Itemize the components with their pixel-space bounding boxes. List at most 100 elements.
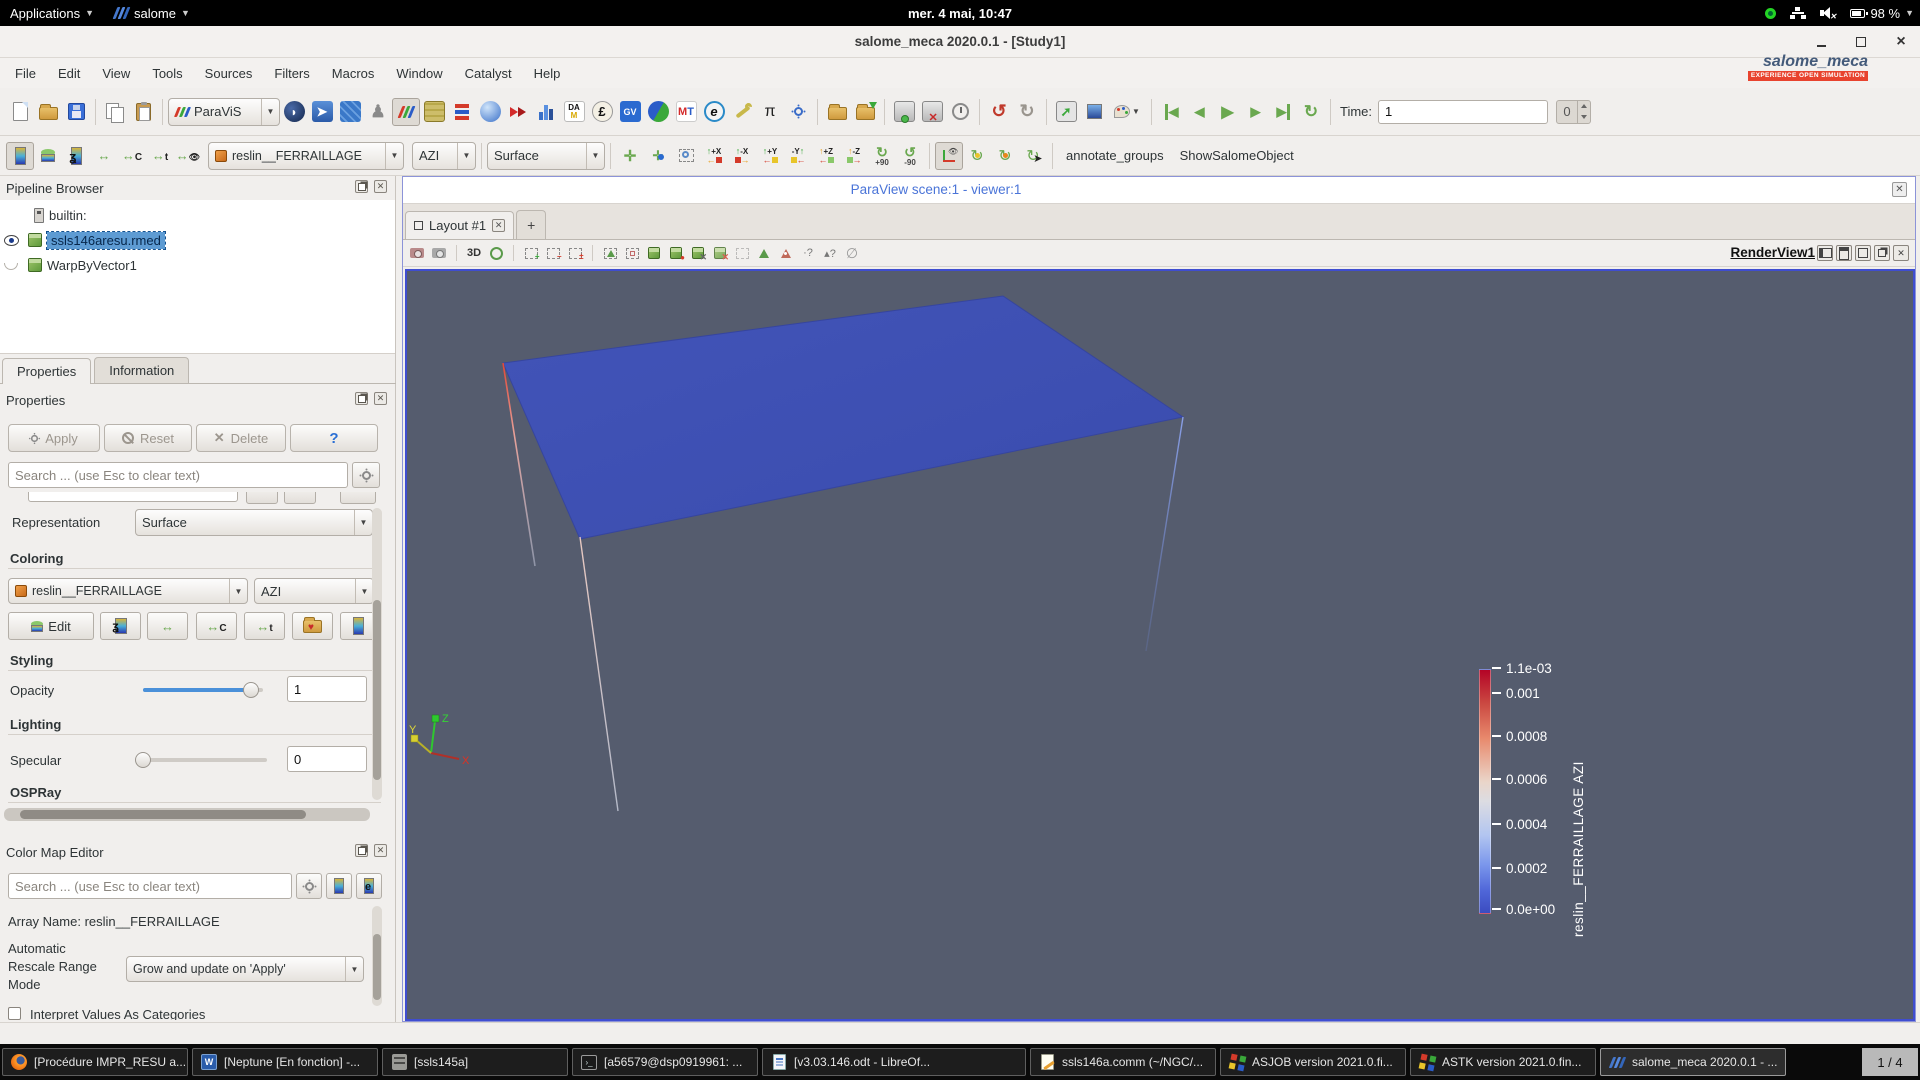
- edit-color-map-button[interactable]: ʓ: [62, 142, 90, 170]
- rotate-minus-90-button[interactable]: ↺ -90: [896, 142, 924, 170]
- maximize-button[interactable]: [1854, 35, 1868, 49]
- opacity-input[interactable]: [287, 676, 367, 702]
- shrink-selection-button[interactable]: [776, 244, 796, 262]
- module-eficas-button[interactable]: £: [588, 98, 616, 126]
- module-selector-combo[interactable]: ParaViS ▼: [168, 97, 280, 126]
- float-panel-icon[interactable]: [355, 392, 368, 405]
- undo-button[interactable]: ↺: [985, 98, 1013, 126]
- taskbar-item-archive[interactable]: [ssls145a]: [382, 1048, 568, 1076]
- rescale-mode-combo[interactable]: Grow and update on 'Apply' ▼: [126, 956, 364, 982]
- last-frame-button[interactable]: ▶: [1269, 98, 1297, 126]
- module-europlexus-button[interactable]: e: [700, 98, 728, 126]
- properties-horizontal-scrollbar[interactable]: [4, 808, 370, 821]
- float-view-icon[interactable]: [1874, 245, 1890, 261]
- color-palette-button[interactable]: ▼: [1108, 98, 1146, 126]
- close-view-icon[interactable]: ✕: [1893, 245, 1909, 261]
- rescale-to-data-range-button[interactable]: ↔: [147, 612, 188, 640]
- taskbar-item-asjob[interactable]: ASJOB version 2021.0.fi...: [1220, 1048, 1406, 1076]
- set-solid-color-button[interactable]: [34, 142, 62, 170]
- copy-button[interactable]: [101, 98, 129, 126]
- split-vertical-icon[interactable]: [1836, 245, 1852, 261]
- representation-selector-combo[interactable]: Surface ▼: [487, 141, 605, 170]
- module-openturns-button[interactable]: [504, 98, 532, 126]
- status-circle-icon[interactable]: [1765, 7, 1777, 19]
- pipeline-item-builtin[interactable]: builtin:: [34, 205, 87, 225]
- close-button[interactable]: ×: [1894, 33, 1908, 50]
- pick-center-button[interactable]: ↻ ➤: [1019, 142, 1047, 170]
- clear-selection-button[interactable]: ∅: [842, 244, 862, 262]
- color-legend[interactable]: 1.1e-03 0.001 0.0008 0.0006 0.0004 0.000…: [1475, 661, 1715, 937]
- module-jobmanager-button[interactable]: [476, 98, 504, 126]
- hover-points-query-button[interactable]: ▴?: [820, 244, 840, 262]
- coloring-component-combo[interactable]: AZI ▼: [254, 578, 374, 604]
- hover-cells-query-button[interactable]: ·?: [798, 244, 818, 262]
- module-smesh-button[interactable]: ♟: [364, 98, 392, 126]
- menu-help[interactable]: Help: [523, 62, 572, 85]
- module-shaper-button[interactable]: ◗: [280, 98, 308, 126]
- clock[interactable]: mer. 4 mai, 10:47: [908, 6, 1012, 21]
- module-gv-button[interactable]: GV: [616, 98, 644, 126]
- module-histogram-button[interactable]: [532, 98, 560, 126]
- redo-button[interactable]: ↻: [1013, 98, 1041, 126]
- select-block-button[interactable]: [644, 244, 664, 262]
- module-mesh-button[interactable]: [336, 98, 364, 126]
- select-polygon-points-button[interactable]: [622, 244, 642, 262]
- rescale-visible-button[interactable]: ↔👁: [174, 142, 202, 170]
- search-options-button[interactable]: [296, 873, 322, 899]
- grow-selection-button[interactable]: [754, 244, 774, 262]
- applications-menu[interactable]: Applications ▼: [0, 0, 104, 26]
- rescale-to-custom-range-button[interactable]: ↔C: [196, 612, 237, 640]
- paste-button[interactable]: [129, 98, 157, 126]
- close-tab-icon[interactable]: ✕: [492, 219, 506, 232]
- show-orientation-axes-button[interactable]: 👁: [935, 141, 963, 170]
- module-paravis-button[interactable]: [392, 97, 420, 126]
- module-homard-button[interactable]: [644, 98, 672, 126]
- first-frame-button[interactable]: ◀: [1157, 98, 1185, 126]
- close-panel-icon[interactable]: ✕: [374, 392, 387, 405]
- module-schema-button[interactable]: [448, 98, 476, 126]
- disconnect-server-button[interactable]: ✕: [918, 98, 946, 126]
- restore-defaults-button[interactable]: e: [356, 873, 382, 899]
- close-panel-icon[interactable]: ✕: [374, 844, 387, 857]
- frame-spinbox[interactable]: 0: [1556, 99, 1592, 124]
- menu-view[interactable]: View: [91, 62, 141, 85]
- set-view-minus-x-button[interactable]: ↑-X →: [728, 142, 756, 170]
- taskbar-item-firefox[interactable]: [Procédure IMPR_RESU a...: [2, 1048, 188, 1076]
- tab-layout-1[interactable]: Layout #1 ✕: [405, 211, 515, 239]
- workspace-pager[interactable]: 1 / 4: [1862, 1048, 1918, 1076]
- delete-button[interactable]: ✕ Delete: [196, 424, 286, 452]
- coloring-array-combo[interactable]: reslin__FERRAILLAGE ▼: [8, 578, 248, 604]
- array-selector-combo[interactable]: reslin__FERRAILLAGE ▼: [208, 141, 404, 170]
- render-view-label[interactable]: RenderView1: [1730, 245, 1815, 260]
- adjust-camera-button[interactable]: [486, 244, 506, 262]
- volume-muted-icon[interactable]: ✕: [1820, 7, 1836, 21]
- edit-color-map-button[interactable]: Edit: [8, 612, 94, 640]
- close-scene-icon[interactable]: ✕: [1892, 182, 1907, 197]
- save-screenshot-button[interactable]: [407, 244, 427, 262]
- open-document-button[interactable]: [34, 98, 62, 126]
- network-icon[interactable]: [1790, 7, 1807, 19]
- eye-visible-icon[interactable]: [4, 234, 19, 246]
- taskbar-item-terminal[interactable]: ›_ [a56579@dsp0919961: ...: [572, 1048, 758, 1076]
- eye-hidden-icon[interactable]: [4, 263, 18, 270]
- toggle-interaction-mode-button[interactable]: 3D: [464, 244, 484, 262]
- previous-frame-button[interactable]: ◀: [1185, 98, 1213, 126]
- loop-button[interactable]: ↻: [1297, 98, 1325, 126]
- rescale-to-data-range-button[interactable]: ↔: [90, 142, 118, 170]
- pipeline-item-warpbyvector[interactable]: WarpByVector1: [4, 255, 137, 275]
- salome-app-menu[interactable]: salome ▼: [104, 0, 200, 26]
- pipeline-item-rmed[interactable]: ssls146aresu.rmed: [4, 230, 166, 250]
- edit-color-map-advanced-button[interactable]: ʓ: [100, 612, 141, 640]
- close-panel-icon[interactable]: ✕: [374, 180, 387, 193]
- module-adao-button[interactable]: DA M: [560, 98, 588, 126]
- opacity-slider-knob[interactable]: [243, 682, 259, 698]
- tab-information[interactable]: Information: [94, 357, 190, 383]
- export-view-button[interactable]: ➚: [1052, 98, 1080, 126]
- tab-properties[interactable]: Properties: [2, 358, 92, 384]
- hover-points-button[interactable]: [732, 244, 752, 262]
- taskbar-item-salome-meca[interactable]: salome_meca 2020.0.1 - ...: [1600, 1048, 1786, 1076]
- render-view-colormap-button[interactable]: [326, 873, 352, 899]
- apply-button[interactable]: Apply: [8, 424, 100, 452]
- next-frame-button[interactable]: ▶: [1241, 98, 1269, 126]
- maximize-view-icon[interactable]: [1855, 245, 1871, 261]
